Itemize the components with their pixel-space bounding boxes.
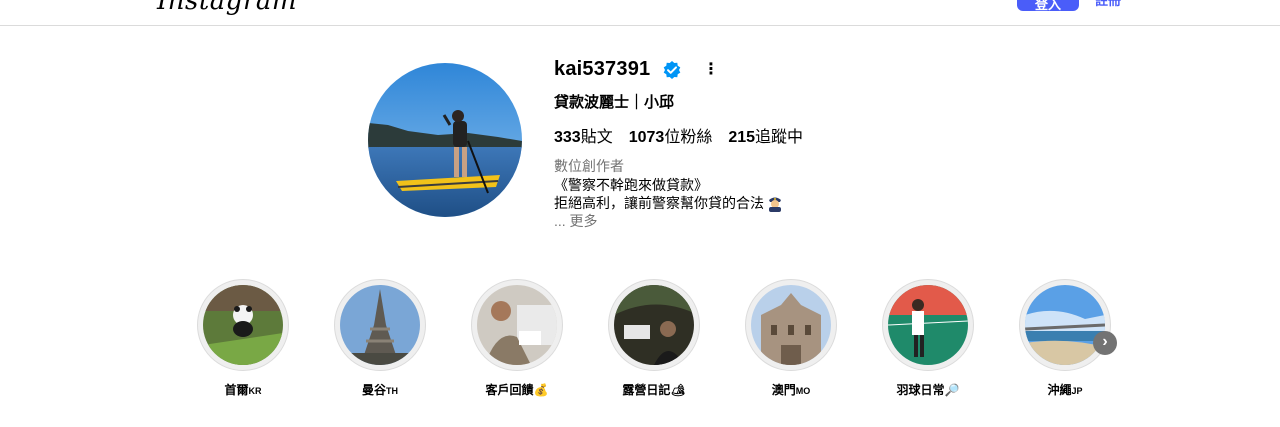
highlight-ring [197,279,289,371]
highlight-label: 客戶回饋💰 [485,383,549,397]
instagram-logo[interactable]: Instagram [157,0,297,16]
highlight-item[interactable]: 曼谷TH [334,279,426,398]
highlight-ring [608,279,700,371]
highlight-label: 曼谷TH [361,383,398,397]
highlight-label: 首爾KR [224,383,262,397]
highlight-ring [471,279,563,371]
chevron-right-icon[interactable]: › [1093,331,1117,355]
avatar-photo [368,63,522,217]
profile-avatar[interactable] [368,63,522,217]
profile-stats: 333貼文 1073位粉絲 215追蹤中 [554,123,803,147]
highlight-item[interactable]: 首爾KR [197,279,289,398]
highlight-label: 羽球日常🔎 [896,383,960,397]
login-button[interactable]: 登入 [1017,0,1079,12]
following-label: 追蹤中 [755,129,804,146]
followers-stat[interactable]: 1073位粉絲 [629,123,713,147]
highlight-cover [477,285,557,365]
highlight-cover [1025,285,1105,365]
highlight-cover [614,285,694,365]
signup-link[interactable]: 註冊 [1095,0,1121,9]
highlight-cover [340,285,420,365]
highlight-ring [882,279,974,371]
more-options-icon[interactable]: ⋮ [703,60,719,80]
highlight-item[interactable]: 澳門MO [745,279,837,398]
posts-count: 333 [554,129,581,146]
highlight-item[interactable]: 羽球日常🔎 [882,279,974,398]
login-button-label: 登入 [1034,0,1061,12]
highlight-item[interactable]: 露營日記🏕 [608,279,700,398]
highlight-cover [751,285,831,365]
profile-category: 數位創作者 [554,158,624,174]
followers-label: 位粉絲 [664,129,713,146]
bio-line-2: 拒絕高利，讓前警察幫你貸的合法 [554,195,764,211]
police-officer-emoji-icon [769,197,781,212]
highlight-label: 露營日記🏕 [622,383,686,397]
profile-username: kai537391 [554,58,651,80]
bio-more-link[interactable]: ... 更多 [554,211,598,231]
highlight-label: 沖繩JP [1047,383,1083,397]
highlight-item[interactable]: 客戶回饋💰 [471,279,563,398]
highlight-cover [203,285,283,365]
profile-full-name: 貸款波麗士｜小邱 [554,94,675,111]
following-stat[interactable]: 215追蹤中 [728,123,803,147]
highlight-ring [745,279,837,371]
magnifier-emoji-icon: 🔎 [944,383,960,397]
followers-count: 1073 [628,129,665,146]
highlight-ring [334,279,426,371]
camping-emoji-icon: 🏕 [670,383,686,397]
bio-line-1: 《警察不幹跑來做貸款》 [554,177,708,193]
top-nav-bar: Instagram 登入 註冊 [0,0,1280,26]
highlight-ring [1019,279,1111,371]
bio-line-2-row: 拒絕高利，讓前警察幫你貸的合法 [554,193,784,213]
highlight-label: 澳門MO [771,383,811,397]
posts-stat: 333貼文 [554,123,613,147]
story-highlights-row: 首爾KR 曼谷TH 客戶回饋💰 露營日記🏕 澳門MO 羽球日常🔎 沖繩JP [197,279,1117,399]
money-bag-emoji-icon: 💰 [533,383,549,397]
posts-label: 貼文 [580,129,613,146]
highlight-cover [888,285,968,365]
verified-badge-icon [663,61,681,79]
following-count: 215 [728,129,756,146]
